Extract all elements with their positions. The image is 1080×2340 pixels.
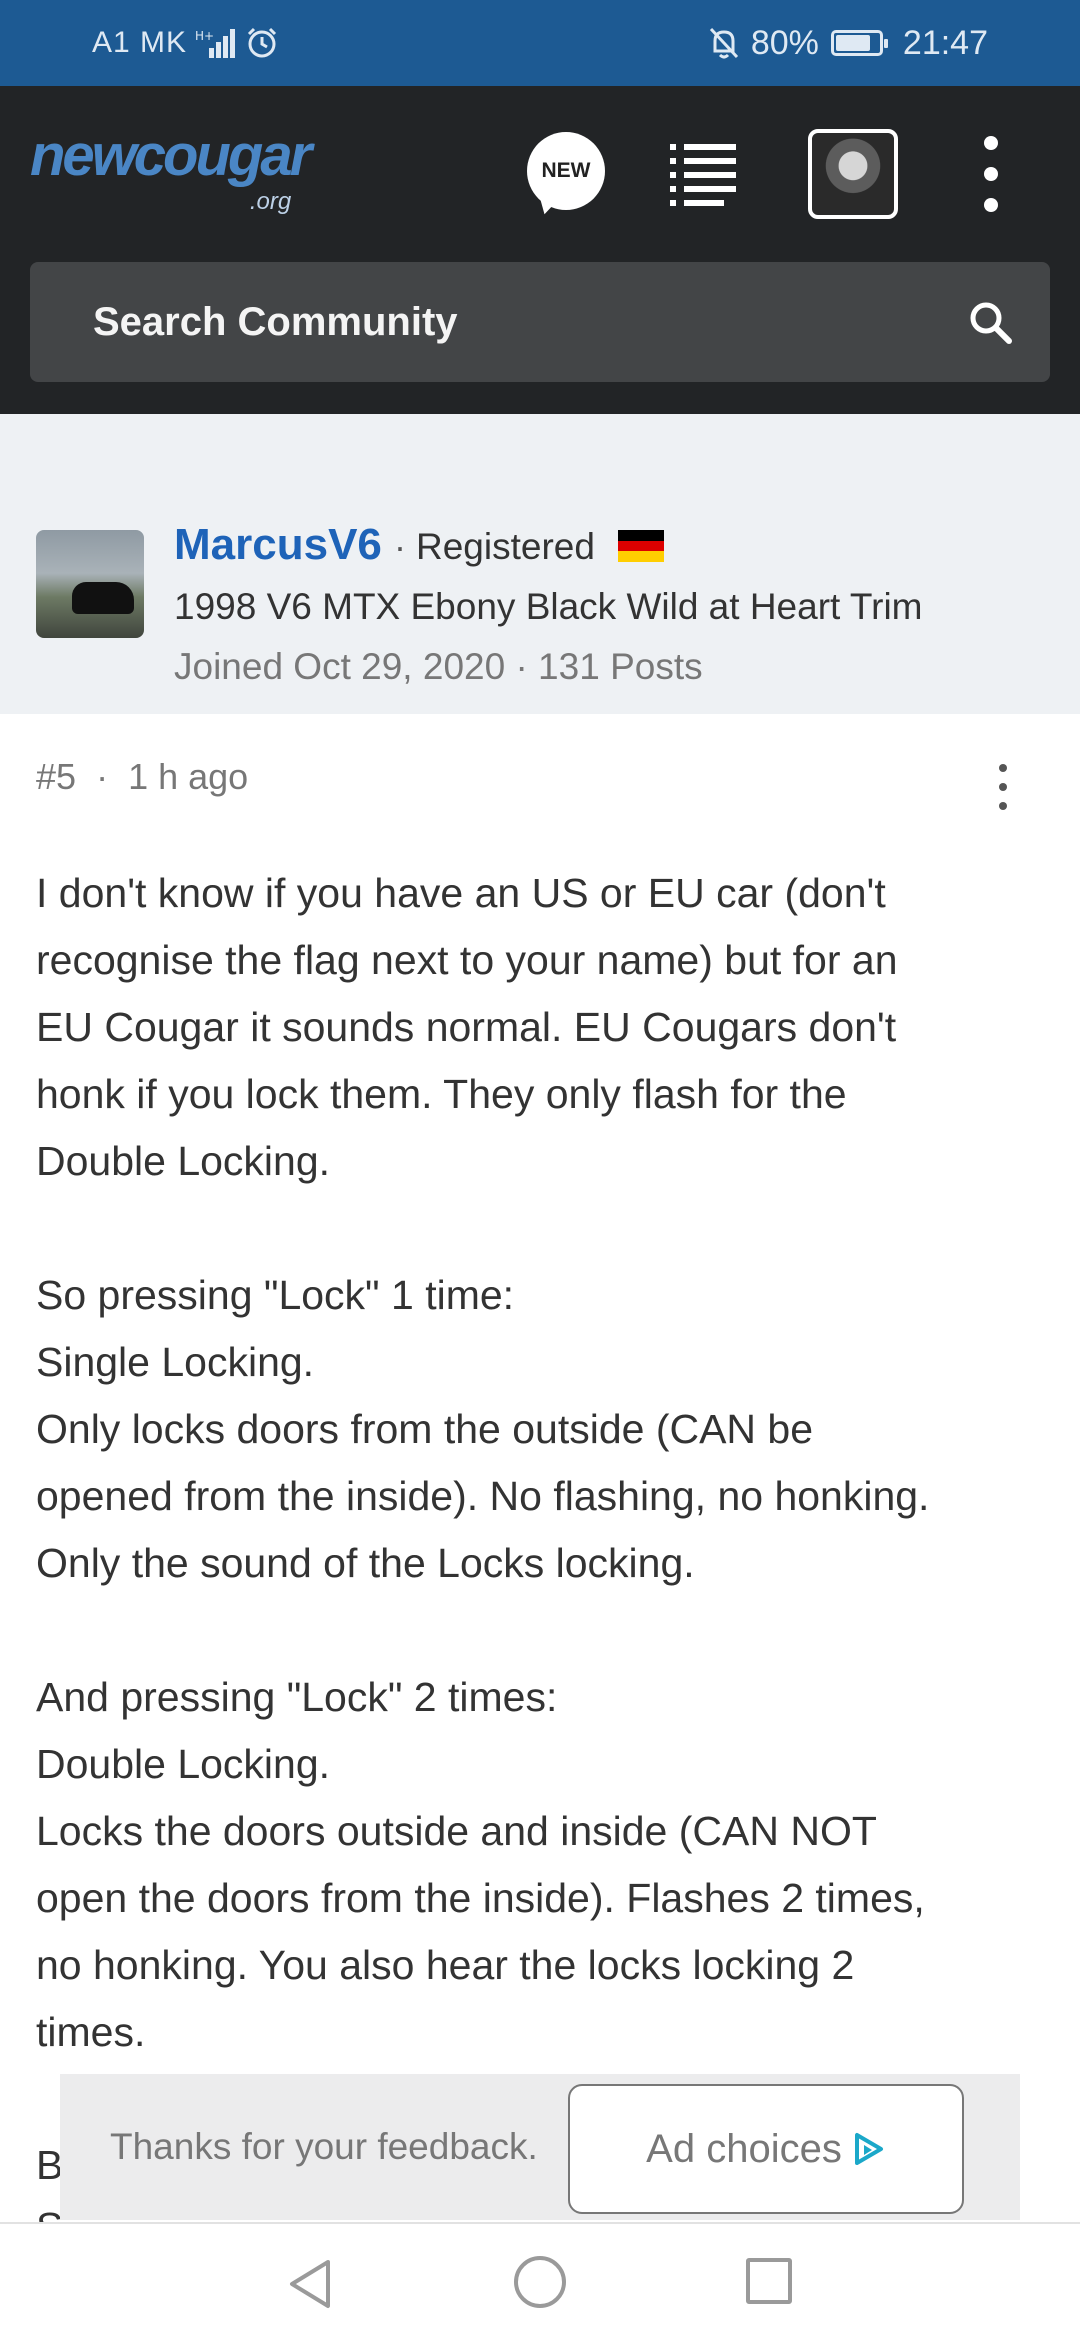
system-nav-bar — [0, 2222, 1080, 2340]
more-vertical-icon[interactable] — [976, 136, 1006, 212]
search-bar[interactable]: Search Community — [30, 262, 1050, 382]
ad-feedback-text: Thanks for your feedback. — [110, 2126, 538, 2167]
post-number[interactable]: #5 — [36, 756, 76, 797]
post-meta: #5 · 1 h ago — [36, 756, 248, 798]
status-bar: A1 MK H+ 80% 21:47 — [0, 0, 1080, 86]
post-meta-separator: · — [96, 756, 109, 797]
search-input[interactable]: Search Community — [93, 262, 458, 382]
carrier-label: A1 MK — [92, 26, 188, 59]
site-header: newcougar .org NEW Search Community — [0, 86, 1080, 414]
new-label: NEW — [541, 159, 591, 182]
status-right: 80% 21:47 — [709, 0, 988, 86]
author-name[interactable]: MarcusV6 — [174, 520, 382, 570]
site-logo[interactable]: newcougar .org — [30, 122, 312, 215]
search-icon[interactable] — [968, 300, 1012, 344]
battery-fill — [835, 35, 870, 51]
ad-feedback-banner: Thanks for your feedback. Ad choices — [60, 2074, 1020, 2220]
home-icon[interactable] — [514, 2256, 566, 2308]
status-left: A1 MK H+ — [92, 0, 279, 86]
author-meta: Joined Oct 29, 2020 · 131 Posts — [174, 646, 703, 687]
alarm-icon — [247, 27, 277, 58]
mute-icon — [709, 27, 738, 59]
clock: 21:47 — [902, 23, 988, 62]
recent-apps-icon[interactable] — [746, 2258, 792, 2304]
post-paragraph: So pressing "Lock" 1 time: Single Lockin… — [36, 1272, 930, 1586]
forum-list-icon[interactable] — [670, 142, 736, 206]
author-avatar[interactable] — [36, 530, 144, 638]
battery-icon — [830, 30, 888, 56]
ad-choices-button[interactable]: Ad choices — [568, 2084, 964, 2214]
svg-text:H+: H+ — [195, 29, 214, 43]
post-options-icon[interactable] — [996, 764, 1010, 810]
post-author-card: MarcusV6 · Registered 1998 V6 MTX Ebony … — [0, 414, 1080, 714]
logo-wordmark: newcougar — [30, 123, 312, 188]
post-body: I don't know if you have an US or EU car… — [36, 860, 1056, 2066]
battery-percent: 80% — [750, 23, 819, 62]
back-icon[interactable] — [284, 2256, 336, 2312]
author-role: Registered — [416, 526, 595, 567]
post-paragraph: And pressing "Lock" 2 times: Double Lock… — [36, 1674, 925, 2055]
ad-choices-icon — [854, 2133, 883, 2165]
author-separator: · — [394, 526, 406, 567]
new-posts-button[interactable]: NEW — [527, 132, 605, 210]
germany-flag-icon — [618, 530, 664, 562]
ad-choices-label: Ad choices — [646, 2126, 842, 2171]
signal-icon: H+ — [195, 29, 236, 58]
logo-suffix: .org — [249, 188, 292, 215]
post-time: 1 h ago — [128, 756, 249, 797]
author-car: 1998 V6 MTX Ebony Black Wild at Heart Tr… — [174, 586, 923, 627]
post-paragraph: I don't know if you have an US or EU car… — [36, 870, 898, 1184]
user-avatar-button[interactable] — [808, 129, 898, 219]
